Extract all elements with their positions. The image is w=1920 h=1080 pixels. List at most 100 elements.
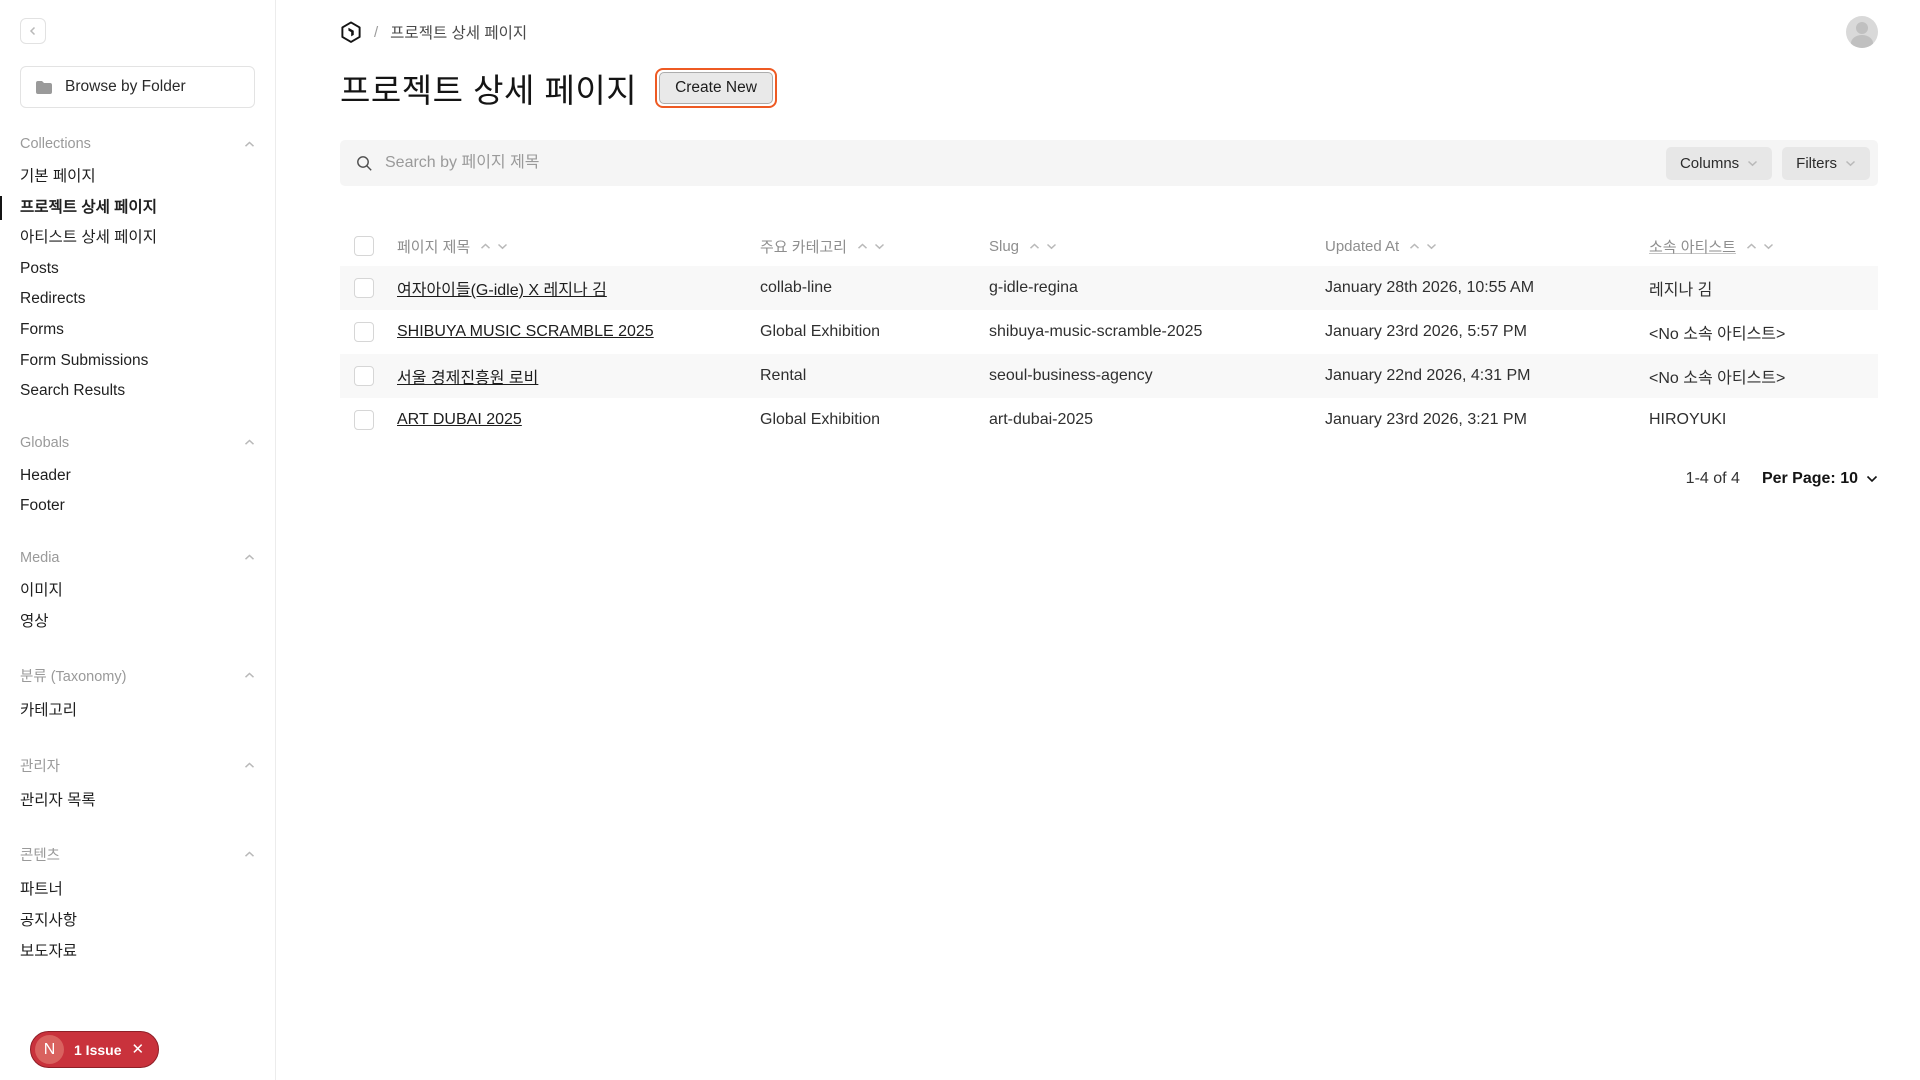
- cell-category: Global Exhibition: [760, 411, 881, 428]
- browse-by-folder-button[interactable]: Browse by Folder: [20, 66, 255, 108]
- chevron-down-icon: [1845, 160, 1856, 166]
- cell-title: ART DUBAI 2025: [397, 411, 760, 429]
- row-title-link[interactable]: SHIBUYA MUSIC SCRAMBLE 2025: [397, 323, 654, 340]
- sidebar-item-forms[interactable]: Forms: [20, 315, 255, 346]
- search-input[interactable]: [385, 154, 1666, 172]
- chevron-up-icon: [244, 672, 255, 678]
- payload-logo-icon[interactable]: [340, 21, 362, 43]
- per-page-select[interactable]: Per Page: 10: [1762, 470, 1878, 488]
- chevron-up-icon: [244, 851, 255, 858]
- sidebar-item-search-results[interactable]: Search Results: [20, 376, 255, 407]
- sidebar-item-posts[interactable]: Posts: [20, 254, 255, 285]
- sort-desc-icon[interactable]: [497, 243, 508, 250]
- nav-group-header[interactable]: Globals: [20, 435, 255, 451]
- sidebar-item-영상[interactable]: 영상: [20, 607, 255, 638]
- sort-asc-icon[interactable]: [1409, 242, 1420, 250]
- row-title-link[interactable]: ART DUBAI 2025: [397, 411, 522, 428]
- create-new-focus-ring: Create New: [655, 68, 777, 108]
- sort-desc-icon[interactable]: [1426, 243, 1437, 250]
- sort-desc-icon[interactable]: [874, 243, 885, 250]
- sidebar-item-공지사항[interactable]: 공지사항: [20, 906, 255, 937]
- chevron-up-icon: [244, 439, 255, 446]
- sort-asc-icon[interactable]: [1029, 242, 1040, 250]
- cell-updated-at: January 23rd 2026, 5:57 PM: [1325, 323, 1527, 340]
- sidebar-collapse-button[interactable]: [20, 18, 46, 44]
- column-header: 페이지 제목: [397, 236, 760, 257]
- issue-count-label: 1 Issue: [74, 1041, 122, 1058]
- table-row: SHIBUYA MUSIC SCRAMBLE 2025 Global Exhibi…: [340, 310, 1878, 354]
- search-icon: [357, 155, 372, 171]
- sort-desc-icon[interactable]: [1046, 243, 1057, 250]
- sort-asc-icon[interactable]: [480, 242, 491, 250]
- sort-asc-icon[interactable]: [857, 242, 868, 250]
- nav-group-label: Collections: [20, 136, 91, 152]
- nav-group-header[interactable]: Media: [20, 550, 255, 566]
- sidebar-item-form-submissions[interactable]: Form Submissions: [20, 346, 255, 377]
- cell-slug: shibuya-music-scramble-2025: [989, 323, 1203, 340]
- column-header: 주요 카테고리: [760, 236, 989, 257]
- sidebar-item-header[interactable]: Header: [20, 461, 255, 492]
- dev-issues-badge[interactable]: N 1 Issue ✕: [30, 1031, 160, 1068]
- nav-group: 관리자 관리자 목록: [20, 755, 255, 817]
- nav-group-header[interactable]: Collections: [20, 136, 255, 152]
- sidebar: Browse by Folder Collections 기본 페이지 프로젝트 …: [0, 0, 276, 1080]
- sidebar-nav: Collections 기본 페이지 프로젝트 상세 페이지 아티스트 상세 페이지…: [0, 136, 255, 968]
- create-new-button[interactable]: Create New: [659, 72, 773, 104]
- nav-group-header[interactable]: 분류 (Taxonomy): [20, 665, 255, 686]
- sidebar-item-footer[interactable]: Footer: [20, 491, 255, 522]
- search-wrap: [356, 154, 1666, 172]
- main-content: / 프로젝트 상세 페이지 프로젝트 상세 페이지 Create New Col…: [276, 0, 1920, 488]
- row-checkbox[interactable]: [354, 366, 374, 386]
- nav-group-header[interactable]: 콘텐츠: [20, 844, 255, 865]
- folder-icon: [36, 80, 52, 94]
- cell-slug: g-idle-regina: [989, 279, 1078, 296]
- cell-slug: art-dubai-2025: [989, 411, 1094, 428]
- pagination-row: 1-4 of 4 Per Page: 10: [340, 470, 1878, 488]
- filters-button[interactable]: Filters: [1782, 146, 1870, 180]
- sidebar-item-redirects[interactable]: Redirects: [20, 284, 255, 315]
- cell-updated-at: January 28th 2026, 10:55 AM: [1325, 279, 1535, 296]
- topbar: / 프로젝트 상세 페이지: [340, 0, 1878, 48]
- column-header: Updated At: [1325, 238, 1649, 255]
- sidebar-item-관리자-목록[interactable]: 관리자 목록: [20, 786, 255, 817]
- nav-group-label: Globals: [20, 434, 70, 451]
- row-checkbox[interactable]: [354, 410, 374, 430]
- sidebar-item-기본-페이지[interactable]: 기본 페이지: [20, 162, 255, 193]
- sidebar-item-카테고리[interactable]: 카테고리: [20, 696, 255, 727]
- row-checkbox[interactable]: [354, 322, 374, 342]
- cell-category: Rental: [760, 367, 807, 384]
- sidebar-item-파트너[interactable]: 파트너: [20, 875, 255, 906]
- breadcrumb-separator: /: [374, 23, 379, 41]
- column-label: Slug: [989, 237, 1020, 255]
- cell-slug: seoul-business-agency: [989, 367, 1153, 384]
- table-row: ART DUBAI 2025 Global Exhibition art-dubai…: [340, 398, 1878, 442]
- cell-updated-at: January 22nd 2026, 4:31 PM: [1325, 367, 1531, 384]
- breadcrumb: / 프로젝트 상세 페이지: [340, 21, 527, 43]
- list-controls-bar: Columns Filters: [340, 140, 1878, 186]
- row-title-link[interactable]: 서울 경제진흥원 로비: [397, 370, 538, 387]
- close-icon[interactable]: ✕: [131, 1042, 144, 1057]
- sort-desc-icon[interactable]: [1763, 243, 1774, 250]
- sidebar-item-보도자료[interactable]: 보도자료: [20, 937, 255, 968]
- page-title: 프로젝트 상세 페이지: [340, 72, 638, 109]
- chevron-up-icon: [244, 554, 255, 561]
- column-label: 소속 아티스트: [1649, 238, 1736, 256]
- breadcrumb-current[interactable]: 프로젝트 상세 페이지: [390, 21, 527, 43]
- nav-group-label: Media: [20, 549, 60, 566]
- nav-group-header[interactable]: 관리자: [20, 755, 255, 776]
- cell-title: 서울 경제진흥원 로비: [397, 364, 760, 388]
- columns-button[interactable]: Columns: [1665, 146, 1773, 180]
- sidebar-item-프로젝트-상세-페이지[interactable]: 프로젝트 상세 페이지: [0, 193, 255, 224]
- chevron-down-icon: [1748, 160, 1758, 166]
- select-all-checkbox[interactable]: [354, 236, 374, 256]
- nextjs-logo-icon: N: [35, 1035, 64, 1064]
- sidebar-item-아티스트-상세-페이지[interactable]: 아티스트 상세 페이지: [20, 223, 255, 254]
- row-title-link[interactable]: 여자아이들(G-idle) X 레지나 김: [397, 282, 607, 299]
- sort-asc-icon[interactable]: [1746, 242, 1757, 250]
- nav-group: 분류 (Taxonomy) 카테고리: [20, 665, 255, 727]
- account-avatar[interactable]: [1846, 16, 1878, 48]
- cell-artist: HIROYUKI: [1649, 411, 1727, 428]
- row-checkbox[interactable]: [354, 278, 374, 298]
- nav-group: Collections 기본 페이지 프로젝트 상세 페이지 아티스트 상세 페이지…: [0, 136, 255, 407]
- sidebar-item-이미지[interactable]: 이미지: [20, 576, 255, 607]
